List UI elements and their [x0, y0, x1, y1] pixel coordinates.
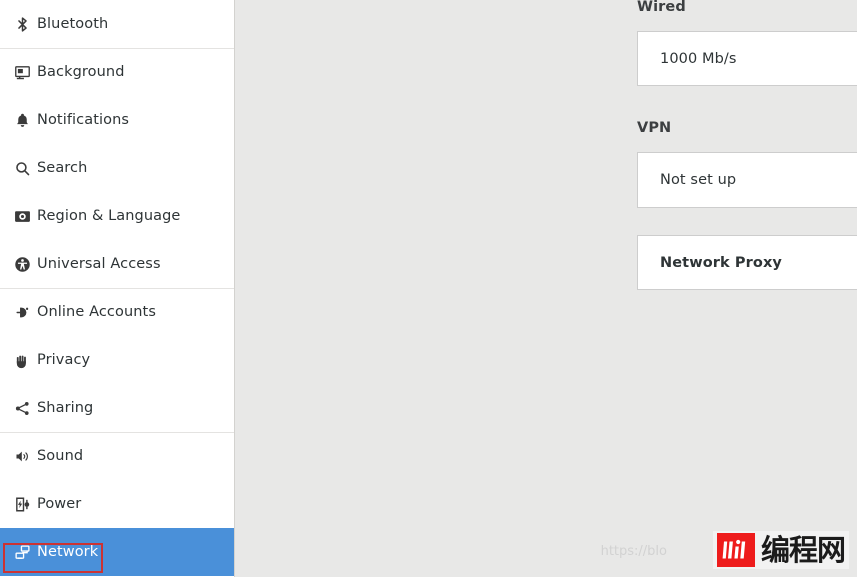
vpn-card[interactable]: Not set up	[637, 152, 857, 208]
sidebar-item-label: Bluetooth	[37, 15, 109, 32]
watermark-logo-icon	[716, 533, 755, 567]
network-panel: Wired 1000 Mb/s OFF	[235, 0, 857, 577]
watermark-url: https://blo	[600, 544, 667, 559]
wired-connection-card[interactable]: 1000 Mb/s OFF	[637, 31, 857, 86]
network-settings-window: Bluetooth Background Notifications Searc…	[0, 0, 857, 577]
sidebar-item-notifications[interactable]: Notifications	[0, 96, 234, 144]
watermark: 编程网	[712, 531, 849, 569]
sidebar-item-label: Universal Access	[37, 255, 161, 272]
sidebar-item-background[interactable]: Background	[0, 48, 234, 96]
sidebar-item-power[interactable]: Power	[0, 480, 234, 528]
sound-icon	[9, 444, 35, 470]
sidebar-item-label: Sharing	[37, 399, 94, 416]
wired-title: Wired	[637, 0, 686, 15]
wired-section-header: Wired	[637, 0, 857, 18]
network-icon	[9, 539, 35, 565]
sidebar-item-label: Online Accounts	[37, 304, 156, 321]
sidebar-item-label: Search	[37, 159, 88, 176]
universal-access-icon	[9, 251, 35, 277]
sidebar-item-label: Sound	[37, 448, 84, 465]
sidebar-item-universal-access[interactable]: Universal Access	[0, 240, 234, 288]
network-proxy-card[interactable]: Network Proxy Off	[637, 235, 857, 290]
sidebar-item-region-language[interactable]: Region & Language	[0, 192, 234, 240]
network-proxy-label: Network Proxy	[660, 254, 782, 271]
vpn-status-label: Not set up	[660, 172, 737, 188]
background-icon	[9, 60, 35, 86]
sidebar-item-label: Region & Language	[37, 207, 181, 224]
wired-speed-label: 1000 Mb/s	[660, 50, 737, 67]
sidebar-item-sound[interactable]: Sound	[0, 432, 234, 480]
sharing-icon	[9, 395, 35, 421]
sidebar-item-label: Network	[37, 543, 99, 560]
online-accounts-icon	[9, 300, 35, 326]
sidebar-item-bluetooth[interactable]: Bluetooth	[0, 0, 234, 48]
watermark-brand: 编程网	[760, 532, 846, 567]
sidebar-item-label: Background	[37, 64, 125, 81]
sidebar-item-label: Privacy	[37, 351, 91, 368]
sidebar-item-online-accounts[interactable]: Online Accounts	[0, 288, 234, 336]
sidebar-item-sharing[interactable]: Sharing	[0, 384, 234, 432]
privacy-icon	[9, 347, 35, 373]
vpn-section-header: VPN	[637, 117, 857, 139]
sidebar-item-network[interactable]: Network	[0, 528, 234, 576]
sidebar-item-label: Notifications	[37, 111, 130, 128]
power-icon	[9, 491, 35, 517]
region-language-icon	[9, 203, 35, 229]
vpn-title: VPN	[637, 120, 672, 136]
sidebar-item-search[interactable]: Search	[0, 144, 234, 192]
search-icon	[9, 155, 35, 181]
sidebar-item-label: Power	[37, 495, 82, 512]
notifications-icon	[9, 107, 35, 133]
settings-sidebar: Bluetooth Background Notifications Searc…	[0, 0, 235, 577]
bluetooth-icon	[9, 11, 35, 37]
sidebar-item-privacy[interactable]: Privacy	[0, 336, 234, 384]
